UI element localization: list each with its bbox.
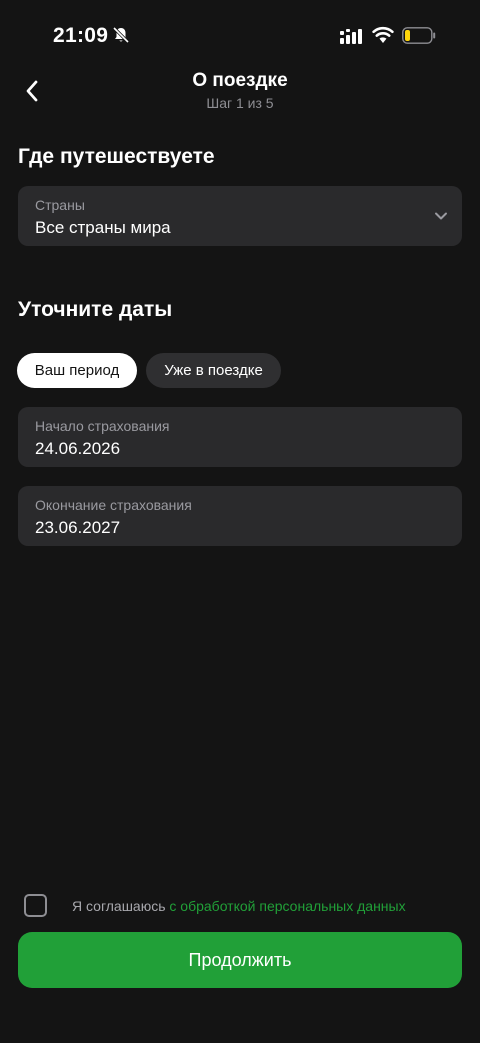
- signal-icon: [340, 29, 362, 44]
- countries-label: Страны: [35, 197, 85, 213]
- tab-already-traveling[interactable]: Уже в поездке: [146, 353, 281, 388]
- chevron-down-icon: [435, 212, 447, 220]
- personal-data-link[interactable]: с обработкой персональных данных: [169, 898, 405, 914]
- countries-select[interactable]: Страны Все страны мира: [18, 186, 462, 246]
- countries-value: Все страны мира: [35, 218, 171, 237]
- page-title: О поездке: [192, 70, 288, 91]
- consent-text-prefix: Я соглашаюсь: [72, 898, 170, 914]
- bell-slash-icon: [112, 26, 130, 44]
- start-date-label: Начало страхования: [35, 418, 170, 434]
- step-indicator: Шаг 1 из 5: [206, 95, 274, 111]
- dates-section-title: Уточните даты: [18, 298, 173, 321]
- start-date-value: 24.06.2026: [35, 439, 121, 458]
- start-date-field[interactable]: Начало страхования 24.06.2026: [18, 407, 462, 467]
- status-time: 21:09: [53, 24, 109, 47]
- status-bar: 21:09: [0, 0, 480, 60]
- battery-icon: [402, 27, 436, 44]
- end-date-value: 23.06.2027: [35, 518, 121, 537]
- end-date-field[interactable]: Окончание страхования 23.06.2027: [18, 486, 462, 546]
- wifi-icon: [372, 26, 394, 43]
- tab-your-period[interactable]: Ваш период: [17, 353, 137, 388]
- end-date-label: Окончание страхования: [35, 497, 192, 513]
- consent-text: Я соглашаюсь с обработкой персональных д…: [72, 898, 406, 914]
- continue-button[interactable]: Продолжить: [18, 932, 462, 988]
- destination-section-title: Где путешествуете: [18, 145, 215, 168]
- consent-checkbox[interactable]: [24, 894, 47, 917]
- trip-screen: 21:09 О поездке Шаг 1 из 5 Где путешеств…: [0, 0, 480, 1043]
